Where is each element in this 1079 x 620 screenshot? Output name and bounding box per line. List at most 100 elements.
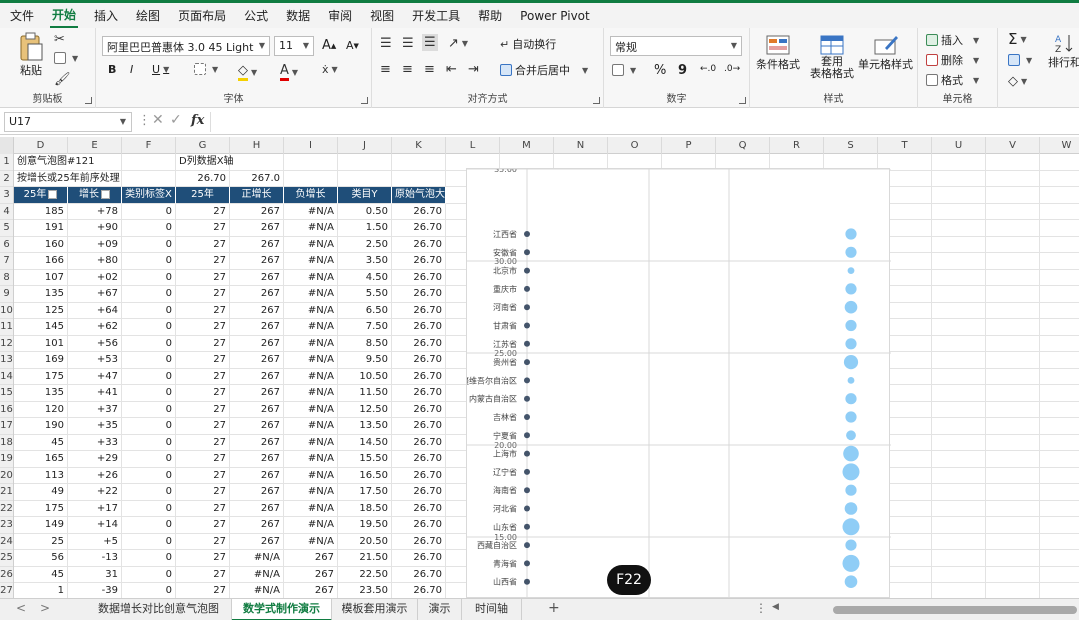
- cell[interactable]: [986, 319, 1040, 336]
- column-header-s[interactable]: S: [824, 137, 878, 154]
- data-cell[interactable]: 0: [122, 583, 176, 598]
- cell[interactable]: [1040, 369, 1079, 385]
- data-cell[interactable]: 12.50: [338, 401, 392, 418]
- cell[interactable]: [1040, 237, 1079, 253]
- data-cell[interactable]: 267: [230, 484, 284, 501]
- cell[interactable]: [1040, 468, 1079, 484]
- data-cell[interactable]: 27: [176, 550, 230, 567]
- percent-button[interactable]: %: [654, 63, 666, 78]
- data-cell[interactable]: 113: [14, 467, 68, 484]
- sheet-tab-1[interactable]: 数学式制作演示: [232, 599, 332, 620]
- cell[interactable]: [1040, 303, 1079, 319]
- select-all-corner[interactable]: [0, 137, 14, 154]
- cell-g1[interactable]: D列数据X轴: [176, 154, 234, 171]
- data-cell[interactable]: 107: [14, 269, 68, 286]
- bold-button[interactable]: B: [108, 63, 116, 76]
- data-cell[interactable]: 20.50: [338, 533, 392, 550]
- cell[interactable]: [392, 154, 446, 171]
- cell[interactable]: [122, 154, 176, 171]
- data-cell[interactable]: 0: [122, 319, 176, 336]
- data-cell[interactable]: 19.50: [338, 517, 392, 534]
- row-header-5[interactable]: 5: [0, 220, 13, 237]
- data-cell[interactable]: 26.70: [392, 319, 446, 336]
- data-cell[interactable]: 267: [284, 566, 338, 583]
- data-cell[interactable]: +41: [68, 385, 122, 402]
- data-cell[interactable]: +5: [68, 533, 122, 550]
- column-title-2[interactable]: 类别标签X: [122, 187, 176, 204]
- data-cell[interactable]: 190: [14, 418, 68, 435]
- data-cell[interactable]: 267: [230, 319, 284, 336]
- sheet-tab-3[interactable]: 演示: [418, 599, 462, 620]
- data-cell[interactable]: 267: [230, 302, 284, 319]
- data-cell[interactable]: 27: [176, 566, 230, 583]
- data-cell[interactable]: +78: [68, 203, 122, 220]
- data-cell[interactable]: 267: [230, 434, 284, 451]
- column-header-w[interactable]: W: [1040, 137, 1079, 154]
- cell[interactable]: [1040, 451, 1079, 468]
- data-cell[interactable]: 17.50: [338, 484, 392, 501]
- cell[interactable]: [1040, 154, 1079, 171]
- cell[interactable]: [986, 550, 1040, 567]
- data-cell[interactable]: 31: [68, 566, 122, 583]
- cell[interactable]: [230, 154, 284, 171]
- cell[interactable]: [1040, 418, 1079, 435]
- cell[interactable]: [932, 401, 986, 418]
- data-cell[interactable]: 175: [14, 368, 68, 385]
- data-cell[interactable]: #N/A: [284, 269, 338, 286]
- cell[interactable]: [392, 170, 446, 187]
- phonetic-button[interactable]: ẋ ▼: [322, 63, 338, 76]
- data-cell[interactable]: 267: [230, 368, 284, 385]
- menu-item-7[interactable]: 审阅: [326, 4, 354, 27]
- number-format-select[interactable]: 常规 ▼: [610, 36, 742, 56]
- cell[interactable]: [932, 187, 986, 204]
- cell[interactable]: [1040, 352, 1079, 369]
- data-cell[interactable]: 4.50: [338, 269, 392, 286]
- data-cell[interactable]: #N/A: [284, 253, 338, 270]
- align-center-button[interactable]: ≡: [402, 62, 413, 77]
- delete-cells-button[interactable]: 删除 ▼: [926, 52, 979, 68]
- data-cell[interactable]: 26.70: [392, 583, 446, 598]
- menu-item-4[interactable]: 页面布局: [176, 4, 228, 27]
- data-cell[interactable]: +26: [68, 467, 122, 484]
- data-cell[interactable]: #N/A: [284, 484, 338, 501]
- data-cell[interactable]: 0: [122, 385, 176, 402]
- cell[interactable]: [932, 154, 986, 171]
- data-cell[interactable]: 267: [230, 253, 284, 270]
- data-cell[interactable]: 26.70: [392, 484, 446, 501]
- data-cell[interactable]: 166: [14, 253, 68, 270]
- data-cell[interactable]: 27: [176, 368, 230, 385]
- cell[interactable]: [1040, 220, 1079, 237]
- data-cell[interactable]: 26.70: [392, 220, 446, 237]
- cell[interactable]: [932, 302, 986, 319]
- row-header-1[interactable]: 1: [0, 154, 13, 171]
- data-cell[interactable]: 27: [176, 533, 230, 550]
- data-cell[interactable]: 27: [176, 401, 230, 418]
- data-cell[interactable]: 18.50: [338, 500, 392, 517]
- cell[interactable]: [932, 583, 986, 598]
- data-cell[interactable]: 267: [230, 533, 284, 550]
- cell[interactable]: [932, 418, 986, 435]
- data-cell[interactable]: 45: [14, 566, 68, 583]
- wrap-text-button[interactable]: ↵ 自动换行: [500, 36, 556, 52]
- autosum-button[interactable]: Σ ▼: [1008, 30, 1027, 48]
- cell[interactable]: [1040, 286, 1079, 303]
- data-cell[interactable]: 0: [122, 286, 176, 303]
- sheet-tab-4[interactable]: 时间轴: [462, 599, 522, 620]
- cell[interactable]: [986, 187, 1040, 204]
- row-header-20[interactable]: 20: [0, 468, 13, 484]
- data-cell[interactable]: 267: [230, 220, 284, 237]
- decrease-decimal-button[interactable]: .0→: [724, 64, 740, 74]
- data-cell[interactable]: 0: [122, 220, 176, 237]
- cell[interactable]: [932, 286, 986, 303]
- cell[interactable]: [1040, 204, 1079, 220]
- cell[interactable]: [986, 418, 1040, 435]
- insert-function-button[interactable]: fx: [191, 113, 204, 128]
- data-cell[interactable]: 27: [176, 467, 230, 484]
- row-header-12[interactable]: 12: [0, 336, 13, 352]
- data-cell[interactable]: 16.50: [338, 467, 392, 484]
- column-title-0[interactable]: 25年: [14, 187, 68, 204]
- cell[interactable]: [986, 302, 1040, 319]
- cell[interactable]: [1040, 402, 1079, 418]
- row-header-10[interactable]: 10: [0, 303, 13, 319]
- cell[interactable]: [932, 335, 986, 352]
